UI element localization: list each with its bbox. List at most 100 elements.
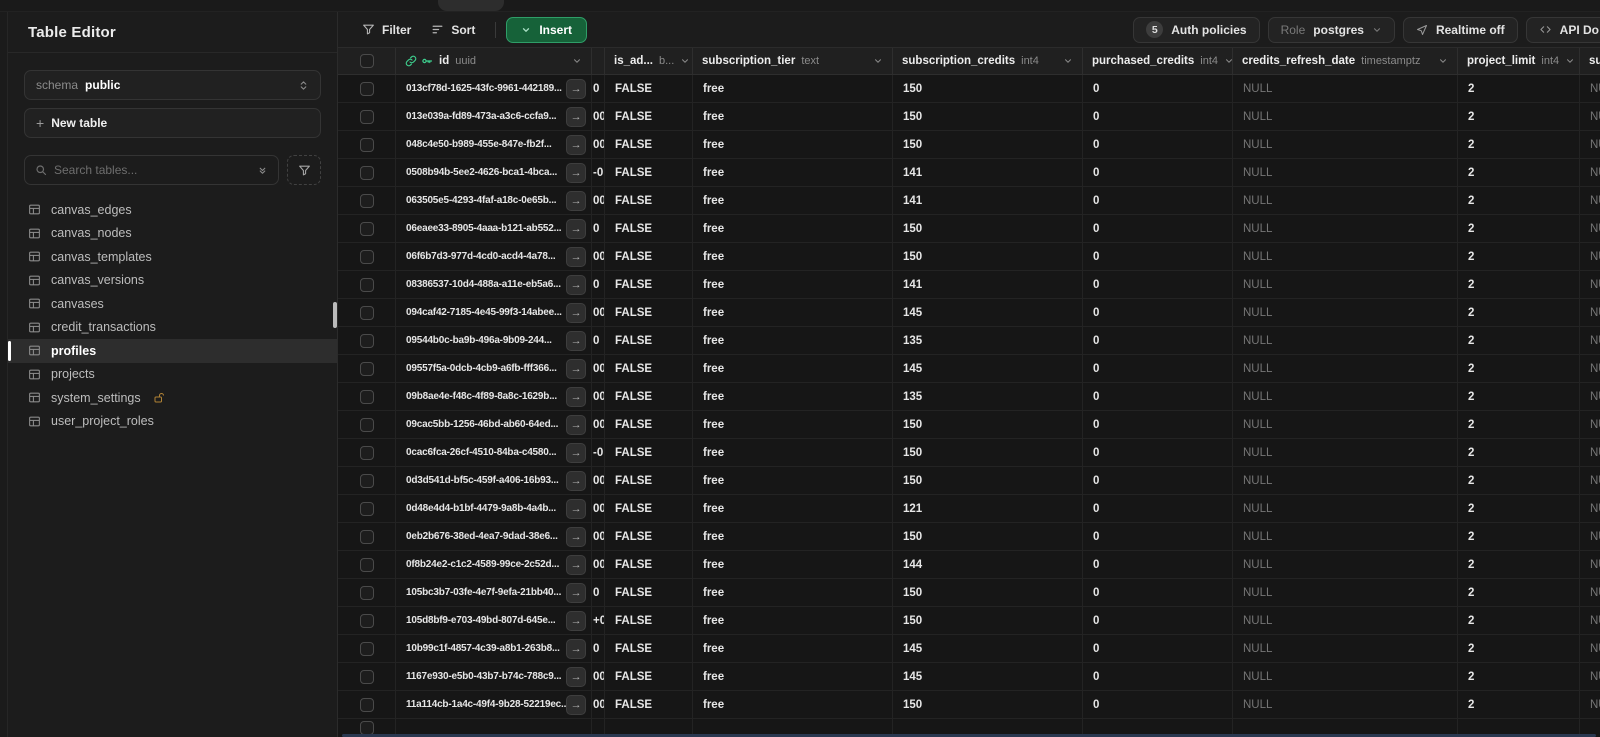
cell-clipped[interactable]: 0 [592,215,605,242]
cell-project-limit[interactable]: 2 [1458,411,1580,438]
cell-subscription-tier[interactable]: free [693,271,893,298]
expand-row-button[interactable]: → [566,78,586,99]
cell-subscription-tier[interactable]: free [693,551,893,578]
cell-subscription-credits[interactable]: 135 [893,383,1083,410]
column-header-purchased-credits[interactable]: purchased_credits int4 [1083,48,1233,74]
cell-is-admin[interactable]: FALSE [605,523,693,550]
cell-is-admin[interactable]: FALSE [605,607,693,634]
row-checkbox[interactable] [359,193,374,208]
expand-row-button[interactable]: → [566,358,586,379]
sidebar-item-projects[interactable]: projects [8,363,337,387]
cell-purchased-credits[interactable]: 0 [1083,159,1233,186]
cell-subscription-credits[interactable]: 145 [893,635,1083,662]
cell-su-clipped[interactable]: NU [1580,691,1600,718]
filter-button[interactable]: Filter [352,17,421,43]
expand-row-button[interactable]: → [566,414,586,435]
cell-subscription-credits[interactable]: 145 [893,355,1083,382]
cell-subscription-tier[interactable]: free [693,411,893,438]
cell-credits-refresh-date[interactable]: NULL [1233,411,1458,438]
cell-project-limit[interactable]: 2 [1458,103,1580,130]
row-checkbox-cell[interactable] [338,691,396,718]
cell-is-admin[interactable]: FALSE [605,299,693,326]
cell-subscription-tier[interactable]: free [693,215,893,242]
cell-credits-refresh-date[interactable]: NULL [1233,75,1458,102]
cell-subscription-tier[interactable]: free [693,523,893,550]
chevron-down-icon[interactable] [1224,56,1232,66]
cell-su-clipped[interactable]: NU [1580,187,1600,214]
cell-project-limit[interactable]: 2 [1458,579,1580,606]
cell-project-limit[interactable]: 2 [1458,159,1580,186]
row-checkbox-cell[interactable] [338,75,396,102]
cell-id[interactable]: 06eaee33-8905-4aaa-b121-ab552... → [396,215,592,242]
cell-id[interactable]: 094caf42-7185-4e45-99f3-14abee... → [396,299,592,326]
cell-clipped[interactable]: -0 [592,159,605,186]
row-checkbox[interactable] [359,221,374,236]
cell-purchased-credits[interactable]: 0 [1083,411,1233,438]
expand-row-button[interactable]: → [566,526,586,547]
row-checkbox-cell[interactable] [338,215,396,242]
row-checkbox[interactable] [359,501,374,516]
cell-credits-refresh-date[interactable]: NULL [1233,103,1458,130]
column-header-id[interactable]: id uuid [396,48,592,74]
cell-credits-refresh-date[interactable]: NULL [1233,439,1458,466]
cell-subscription-tier[interactable]: free [693,131,893,158]
cell-purchased-credits[interactable]: 0 [1083,355,1233,382]
cell-purchased-credits[interactable]: 0 [1083,383,1233,410]
chevron-down-icon[interactable] [572,56,582,66]
row-checkbox[interactable] [359,249,374,264]
cell-is-admin[interactable]: FALSE [605,635,693,662]
row-checkbox[interactable] [359,473,374,488]
cell-credits-refresh-date[interactable]: NULL [1233,159,1458,186]
auth-policies-button[interactable]: 5 Auth policies [1133,16,1260,43]
row-checkbox[interactable] [359,585,374,600]
row-checkbox-cell[interactable] [338,299,396,326]
cell-su-clipped[interactable]: NU [1580,663,1600,690]
cell-subscription-credits[interactable]: 150 [893,411,1083,438]
cell-subscription-tier[interactable]: free [693,103,893,130]
cell-is-admin[interactable]: FALSE [605,691,693,718]
cell-clipped[interactable]: -0 [592,439,605,466]
cell-su-clipped[interactable]: NU [1580,635,1600,662]
cell-credits-refresh-date[interactable]: NULL [1233,523,1458,550]
row-checkbox[interactable] [359,305,374,320]
chevron-down-icon[interactable] [873,56,883,66]
row-checkbox[interactable] [359,361,374,376]
cell-su-clipped[interactable]: NU [1580,103,1600,130]
column-header-project-limit[interactable]: project_limit int4 [1458,48,1580,74]
expand-row-button[interactable]: → [566,582,586,603]
cell-project-limit[interactable]: 2 [1458,523,1580,550]
column-header-subscription-credits[interactable]: subscription_credits int4 [893,48,1083,74]
cell-clipped[interactable]: 00 [592,355,605,382]
cell-id[interactable]: 11a114cb-1a4c-49f4-9b28-52219ec... → [396,691,592,718]
cell-purchased-credits[interactable]: 0 [1083,607,1233,634]
cell-credits-refresh-date[interactable]: NULL [1233,327,1458,354]
cell-project-limit[interactable]: 2 [1458,327,1580,354]
cell-su-clipped[interactable]: NU [1580,495,1600,522]
cell-id[interactable]: 0508b94b-5ee2-4626-bca1-4bca... → [396,159,592,186]
cell-is-admin[interactable]: FALSE [605,495,693,522]
cell-project-limit[interactable]: 2 [1458,355,1580,382]
cell-subscription-tier[interactable]: free [693,327,893,354]
row-checkbox-cell[interactable] [338,495,396,522]
cell-subscription-credits[interactable]: 150 [893,215,1083,242]
cell-id[interactable]: 06f6b7d3-977d-4cd0-acd4-4a78... → [396,243,592,270]
cell-purchased-credits[interactable]: 0 [1083,523,1233,550]
expand-row-button[interactable]: → [566,274,586,295]
column-header-subscription-tier[interactable]: subscription_tier text [693,48,893,74]
cell-is-admin[interactable]: FALSE [605,131,693,158]
cell-credits-refresh-date[interactable]: NULL [1233,691,1458,718]
row-checkbox[interactable] [359,137,374,152]
search-tables-input[interactable]: Search tables... [24,155,279,185]
cell-purchased-credits[interactable]: 0 [1083,131,1233,158]
cell-purchased-credits[interactable]: 0 [1083,243,1233,270]
cell-su-clipped[interactable]: NU [1580,271,1600,298]
cell-subscription-tier[interactable]: free [693,355,893,382]
row-checkbox-cell[interactable] [338,663,396,690]
cell-clipped[interactable]: 00 [592,663,605,690]
cell-subscription-credits[interactable]: 141 [893,159,1083,186]
row-checkbox[interactable] [359,641,374,656]
cell-subscription-tier[interactable]: free [693,159,893,186]
row-checkbox[interactable] [359,445,374,460]
sidebar-item-canvas_templates[interactable]: canvas_templates [8,245,337,269]
row-checkbox[interactable] [359,529,374,544]
